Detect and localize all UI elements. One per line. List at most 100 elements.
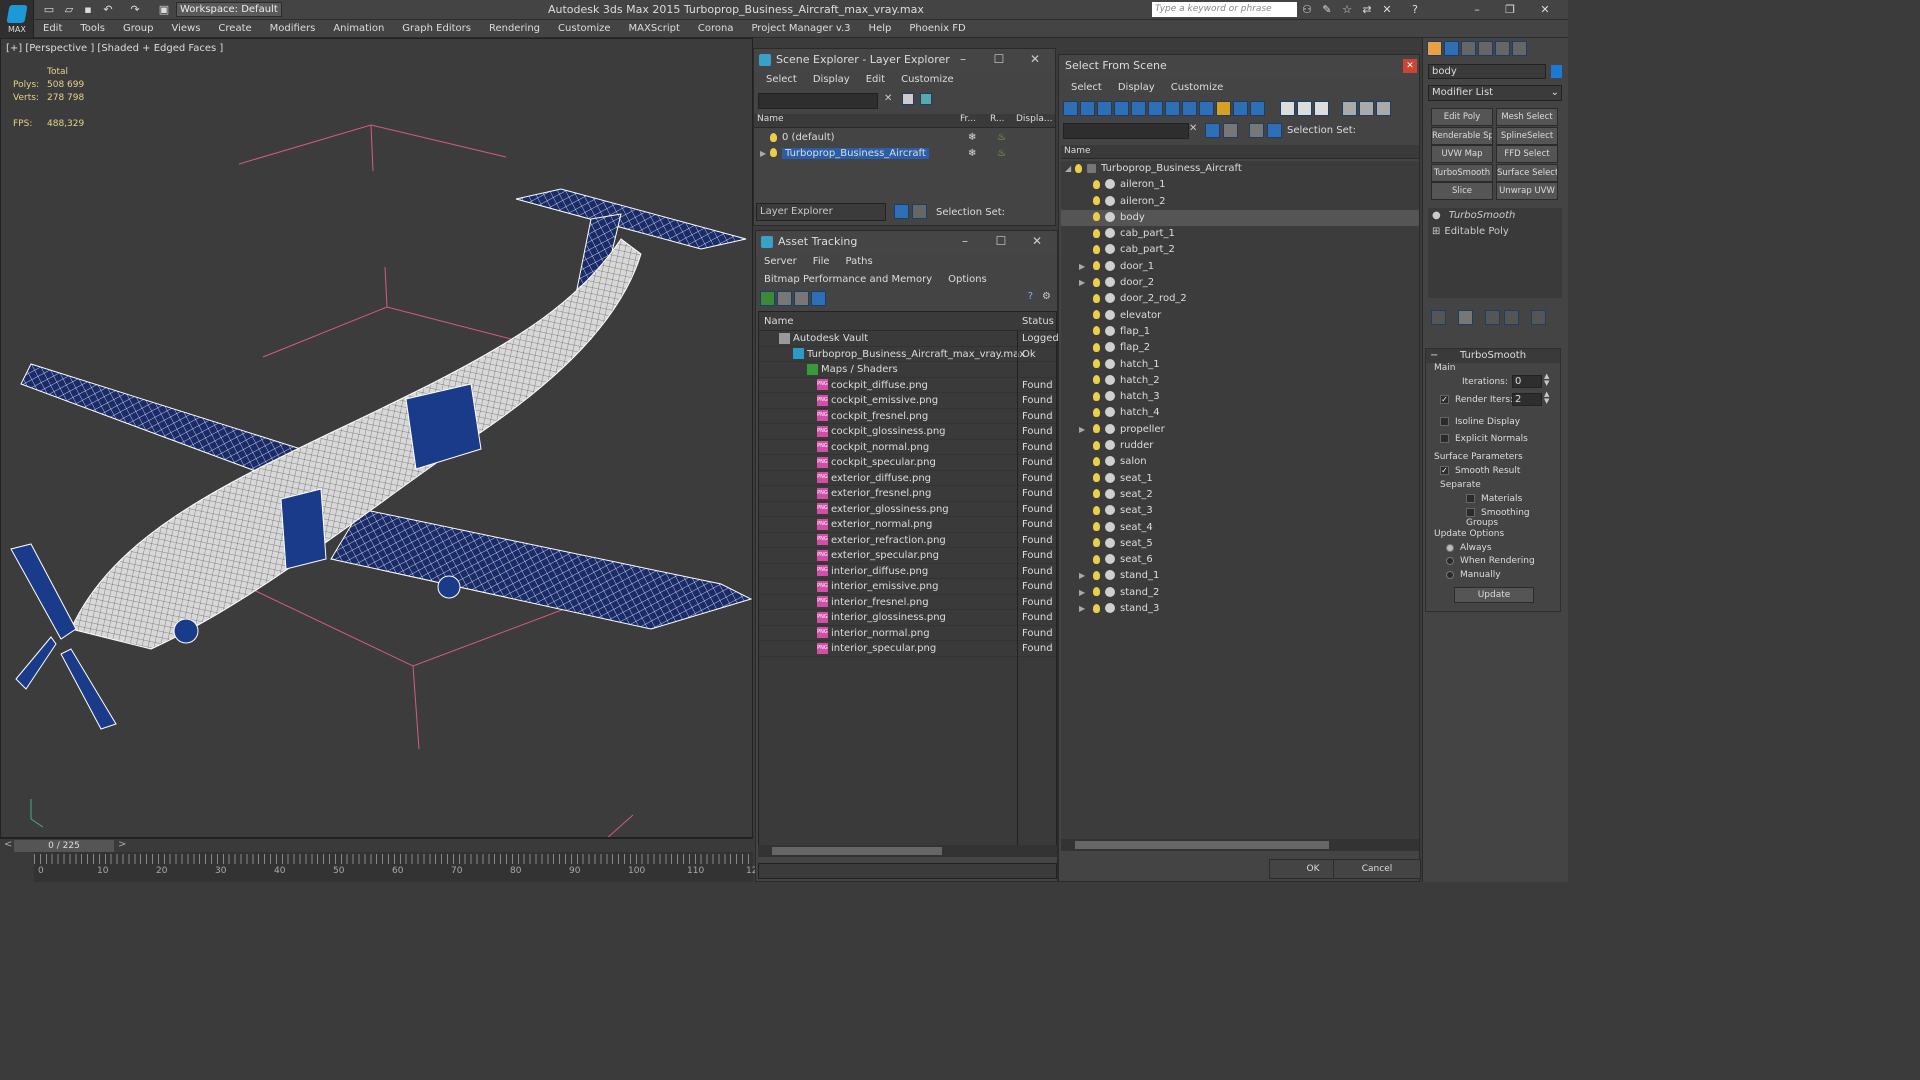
- containers-filter-icon[interactable]: [1216, 101, 1231, 116]
- asset-row[interactable]: PNG cockpit_glossiness.png Found: [759, 424, 1056, 440]
- time-slider-thumb[interactable]: 0 / 225: [14, 840, 114, 852]
- maximize-icon[interactable]: ☐: [985, 231, 1017, 251]
- sfs-object-row[interactable]: ▶ stand_3: [1061, 601, 1419, 617]
- turbosmooth-rollout-header[interactable]: − TurboSmooth: [1426, 349, 1560, 363]
- options-icon[interactable]: [1376, 101, 1392, 116]
- iterations-spinner[interactable]: 0: [1512, 375, 1542, 388]
- viewport-label[interactable]: [+] [Perspective ] [Shaded + Edged Faces…: [6, 43, 223, 54]
- layer-row[interactable]: 0 (default) ❄ ♨: [754, 130, 1055, 146]
- menu-item[interactable]: Create: [209, 20, 260, 37]
- sfs-object-row[interactable]: salon: [1061, 454, 1419, 470]
- menu-item[interactable]: Edit: [858, 71, 893, 89]
- utilities-tab-icon[interactable]: [1512, 41, 1527, 56]
- col-render[interactable]: R...: [990, 114, 1005, 124]
- minimize-icon[interactable]: –: [1470, 3, 1484, 16]
- cameras-filter-icon[interactable]: [1114, 101, 1129, 116]
- hierarchy-icon[interactable]: [1267, 123, 1282, 138]
- modifier-button[interactable]: SplineSelect: [1496, 126, 1558, 145]
- expand-icon[interactable]: ▶: [1079, 601, 1085, 617]
- always-row[interactable]: Always: [1446, 543, 1492, 553]
- light-bulb-icon[interactable]: [1093, 424, 1100, 434]
- menu-item[interactable]: File: [805, 253, 838, 271]
- expand-icon[interactable]: ▶: [1079, 585, 1085, 601]
- stack-item-editable-poly[interactable]: ⊞ Editable Poly: [1428, 224, 1562, 240]
- spinner-arrows-icon[interactable]: ▲ ▼: [1544, 373, 1549, 387]
- menu-item[interactable]: Tools: [71, 20, 114, 37]
- close-icon[interactable]: ✕: [1021, 231, 1053, 251]
- open-icon[interactable]: ▱: [62, 3, 76, 16]
- light-bulb-icon[interactable]: [1093, 261, 1100, 271]
- redo-icon[interactable]: ↷: [128, 3, 142, 16]
- asset-row[interactable]: PNG interior_diffuse.png Found: [759, 564, 1056, 579]
- find-icon[interactable]: [1205, 123, 1220, 138]
- menu-item[interactable]: Group: [114, 20, 162, 37]
- tools-icon[interactable]: ✎: [1320, 3, 1334, 16]
- scene-explorer-search-input[interactable]: [758, 93, 878, 109]
- frozen-filter-icon[interactable]: [1233, 101, 1248, 116]
- star-icon[interactable]: ☆: [1340, 3, 1354, 16]
- isoline-row[interactable]: Isoline Display: [1440, 417, 1520, 427]
- when-rendering-radio[interactable]: [1446, 556, 1454, 565]
- asset-row[interactable]: PNG cockpit_fresnel.png Found: [759, 409, 1056, 424]
- modifier-button[interactable]: Renderable Spline: [1431, 126, 1493, 145]
- exchange-icon[interactable]: ⇄: [1360, 3, 1374, 16]
- bones-filter-icon[interactable]: [1199, 101, 1214, 116]
- render-iters-spinner[interactable]: 2: [1512, 393, 1542, 406]
- time-slider[interactable]: < 0 / 225 >: [0, 838, 753, 852]
- when-rendering-row[interactable]: When Rendering: [1446, 556, 1535, 566]
- object-name-input[interactable]: body: [1428, 64, 1546, 79]
- help-icon[interactable]: ?: [1028, 291, 1033, 302]
- modifier-button[interactable]: Mesh Select: [1496, 108, 1558, 126]
- asset-row[interactable]: Turboprop_Business_Aircraft_max_vray.max…: [759, 347, 1056, 362]
- sfs-name-header[interactable]: Name: [1061, 145, 1419, 159]
- select-invert-icon[interactable]: [1314, 101, 1330, 116]
- sfs-object-row[interactable]: ▶ door_2: [1061, 275, 1419, 291]
- sfs-object-row[interactable]: body: [1061, 209, 1419, 227]
- xref-filter-icon[interactable]: [1182, 101, 1197, 116]
- spinner-arrows-icon[interactable]: ▲ ▼: [1544, 391, 1549, 405]
- menu-item[interactable]: Bitmap Performance and Memory: [756, 271, 940, 289]
- light-bulb-icon[interactable]: [1093, 538, 1100, 548]
- menu-item[interactable]: Phoenix FD: [900, 20, 974, 37]
- sfs-object-row[interactable]: flap_2: [1061, 340, 1419, 356]
- motion-tab-icon[interactable]: [1478, 41, 1493, 56]
- track-bar-icon[interactable]: [0, 852, 34, 882]
- light-bulb-icon[interactable]: [1093, 440, 1100, 450]
- menu-item[interactable]: Rendering: [480, 20, 549, 37]
- manually-radio[interactable]: [1446, 570, 1454, 579]
- freeze-icon[interactable]: ❄: [968, 130, 976, 146]
- restore-icon[interactable]: ❐: [1503, 3, 1517, 16]
- menu-item[interactable]: Graph Editors: [393, 20, 480, 37]
- collapse-icon[interactable]: ◢: [1065, 161, 1071, 177]
- pin-stack-icon[interactable]: [1431, 310, 1446, 325]
- asset-row[interactable]: PNG cockpit_normal.png Found: [759, 440, 1056, 455]
- menu-item[interactable]: Customize: [1163, 79, 1232, 97]
- maximize-icon[interactable]: ☐: [983, 49, 1015, 69]
- sfs-object-row[interactable]: ▶ door_1: [1061, 259, 1419, 275]
- filter-icon[interactable]: [1342, 101, 1358, 116]
- asset-path-field[interactable]: [758, 863, 1057, 879]
- light-bulb-icon[interactable]: [770, 148, 777, 157]
- menu-item[interactable]: Paths: [838, 253, 881, 271]
- sfs-hscroll[interactable]: [1061, 839, 1419, 851]
- asset-row[interactable]: PNG exterior_glossiness.png Found: [759, 502, 1056, 517]
- asset-row[interactable]: PNG cockpit_diffuse.png Found: [759, 378, 1056, 393]
- sfs-object-row[interactable]: seat_3: [1061, 503, 1419, 519]
- freeze-icon[interactable]: ❄: [968, 146, 976, 162]
- modifier-button[interactable]: Slice: [1431, 182, 1493, 200]
- close-icon[interactable]: ✕: [1019, 49, 1051, 69]
- light-bulb-icon[interactable]: [1093, 554, 1100, 564]
- show-end-result-icon[interactable]: [1458, 310, 1473, 325]
- asset-row[interactable]: PNG interior_normal.png Found: [759, 626, 1056, 641]
- col-display[interactable]: Displa...: [1016, 114, 1052, 124]
- light-bulb-icon[interactable]: [1093, 179, 1100, 189]
- menu-item[interactable]: Select: [1063, 79, 1110, 97]
- shapes-filter-icon[interactable]: [1080, 101, 1095, 116]
- modify-tab-icon[interactable]: [1444, 41, 1459, 56]
- asset-row[interactable]: PNG exterior_specular.png Found: [759, 548, 1056, 564]
- light-bulb-icon[interactable]: [1093, 310, 1100, 320]
- materials-checkbox[interactable]: [1466, 494, 1475, 503]
- asset-row[interactable]: PNG exterior_normal.png Found: [759, 517, 1056, 533]
- close-icon[interactable]: ✕: [1538, 3, 1552, 16]
- light-bulb-icon[interactable]: [1075, 163, 1082, 173]
